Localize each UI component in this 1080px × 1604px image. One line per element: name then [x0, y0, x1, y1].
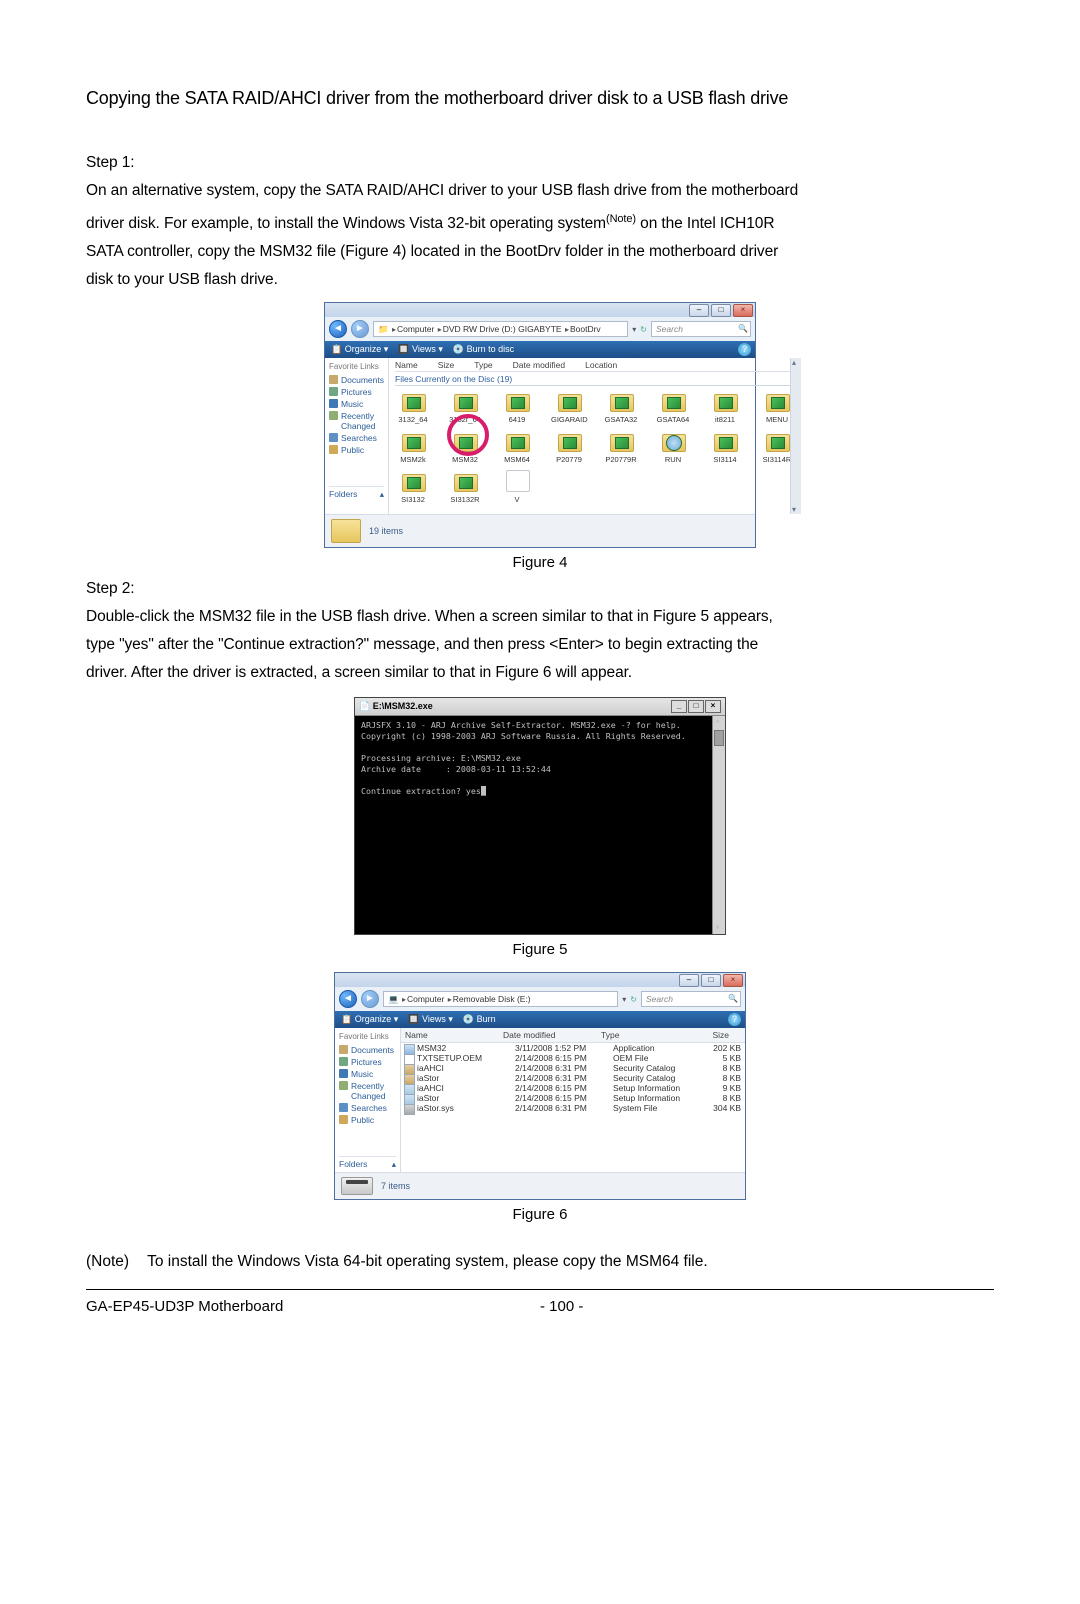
- command-bar: 📋 Organize ▾ 🔲 Views ▾ 💿 Burn to disc ?: [325, 341, 755, 358]
- figure4-caption: Figure 4: [86, 548, 994, 575]
- folder-item[interactable]: P20779: [551, 430, 587, 464]
- folder-item[interactable]: SI3114: [707, 430, 743, 464]
- minimize-button[interactable]: –: [689, 304, 709, 317]
- maximize-button[interactable]: □: [701, 974, 721, 987]
- maximize-button[interactable]: □: [711, 304, 731, 317]
- folder-item[interactable]: 3132r_64: [447, 390, 483, 424]
- sidebar-pictures[interactable]: Pictures: [339, 1056, 396, 1068]
- figure5-console: 📄 E:\MSM32.exe _□× ARJSFX 3.10 - ARJ Arc…: [354, 697, 726, 935]
- sidebar-music[interactable]: Music: [339, 1068, 396, 1080]
- status-bar: 19 items: [325, 514, 755, 547]
- folder-item[interactable]: MSM64: [499, 430, 535, 464]
- sidebar-searches[interactable]: Searches: [339, 1102, 396, 1114]
- forward-button[interactable]: ►: [351, 320, 369, 338]
- note-sup: (Note): [606, 213, 636, 225]
- list-item[interactable]: iaAHCI2/14/2008 6:15 PMSetup Information…: [401, 1083, 745, 1093]
- close-button[interactable]: ×: [723, 974, 743, 987]
- search-input[interactable]: Search: [651, 321, 751, 337]
- back-button[interactable]: ◄: [339, 990, 357, 1008]
- sidebar-documents[interactable]: Documents: [329, 374, 384, 386]
- folder-item[interactable]: 6419: [499, 390, 535, 424]
- list-item[interactable]: iaStor2/14/2008 6:31 PMSecurity Catalog8…: [401, 1073, 745, 1083]
- list-item[interactable]: MSM323/11/2008 1:52 PMApplication202 KB: [401, 1043, 745, 1053]
- list-item[interactable]: iaStor.sys2/14/2008 6:31 PMSystem File30…: [401, 1103, 745, 1113]
- sidebar-public[interactable]: Public: [329, 444, 384, 456]
- nav-pane: Favorite Links Documents Pictures Music …: [325, 358, 389, 514]
- list-item[interactable]: iaAHCI2/14/2008 6:31 PMSecurity Catalog8…: [401, 1063, 745, 1073]
- titlebar: – □ ×: [335, 973, 745, 987]
- page-footer: GA-EP45-UD3P Motherboard - 100 -: [86, 1298, 994, 1315]
- folder-item[interactable]: GSATA64: [655, 390, 691, 424]
- folder-item[interactable]: P20779R: [603, 430, 639, 464]
- folder-item[interactable]: MSM32: [447, 430, 483, 464]
- close-button[interactable]: ×: [705, 700, 721, 713]
- page-title: Copying the SATA RAID/AHCI driver from t…: [86, 88, 994, 109]
- step1-block: Step 1: On an alternative system, copy t…: [86, 149, 994, 294]
- folders-toggle[interactable]: Folders▴: [329, 486, 384, 500]
- nav-pane: Favorite Links Documents Pictures Music …: [335, 1028, 401, 1172]
- column-headers[interactable]: Name Date modified Type Size: [401, 1028, 745, 1043]
- sidebar-recent[interactable]: Recently Changed: [339, 1080, 396, 1102]
- folder-item[interactable]: MSM2k: [395, 430, 431, 464]
- group-header: Files Currently on the Disc (19): [395, 374, 795, 386]
- file-pane: NameSizeTypeDate modifiedLocation Files …: [389, 358, 801, 514]
- command-bar: 📋 Organize ▾ 🔲 Views ▾ 💿 Burn ?: [335, 1011, 745, 1028]
- list-item[interactable]: TXTSETUP.OEM2/14/2008 6:15 PMOEM File5 K…: [401, 1053, 745, 1063]
- breadcrumb[interactable]: 📁 ▸Computer ▸DVD RW Drive (D:) GIGABYTE …: [373, 321, 628, 337]
- sidebar-searches[interactable]: Searches: [329, 432, 384, 444]
- step1-label: Step 1:: [86, 154, 134, 171]
- scrollbar[interactable]: [790, 358, 801, 514]
- folder-item[interactable]: SI3132R: [447, 470, 483, 504]
- minimize-button[interactable]: –: [679, 974, 699, 987]
- folder-item[interactable]: GSATA32: [603, 390, 639, 424]
- views-menu[interactable]: Views ▾: [412, 344, 443, 354]
- step2-label: Step 2:: [86, 580, 134, 597]
- views-menu[interactable]: Views ▾: [422, 1014, 453, 1024]
- sidebar-documents[interactable]: Documents: [339, 1044, 396, 1056]
- burn-button[interactable]: Burn to disc: [467, 344, 515, 354]
- folder-item[interactable]: it8211: [707, 390, 743, 424]
- folder-item[interactable]: GIGARAID: [551, 390, 587, 424]
- footer-rule: [86, 1289, 994, 1290]
- titlebar: – □ ×: [325, 303, 755, 317]
- maximize-button[interactable]: □: [688, 700, 704, 713]
- status-bar: 7 items: [335, 1172, 745, 1199]
- figure5-caption: Figure 5: [86, 935, 994, 962]
- figure6-caption: Figure 6: [86, 1200, 994, 1227]
- list-item[interactable]: iaStor2/14/2008 6:15 PMSetup Information…: [401, 1093, 745, 1103]
- note-line: (Note) To install the Windows Vista 64-b…: [86, 1253, 994, 1271]
- folder-icon: [331, 519, 361, 543]
- burn-button[interactable]: Burn: [477, 1014, 496, 1024]
- close-button[interactable]: ×: [733, 304, 753, 317]
- console-output[interactable]: ARJSFX 3.10 - ARJ Archive Self-Extractor…: [355, 716, 725, 934]
- search-input[interactable]: Search: [641, 991, 741, 1007]
- organize-menu[interactable]: Organize ▾: [355, 1014, 399, 1024]
- console-titlebar: 📄 E:\MSM32.exe _□×: [355, 698, 725, 716]
- figure4-window: – □ × ◄ ► 📁 ▸Computer ▸DVD RW Drive (D:)…: [324, 302, 756, 548]
- sidebar-pictures[interactable]: Pictures: [329, 386, 384, 398]
- scrollbar[interactable]: [712, 716, 725, 934]
- sidebar-recent[interactable]: Recently Changed: [329, 410, 384, 432]
- column-headers[interactable]: NameSizeTypeDate modifiedLocation: [395, 360, 795, 372]
- forward-button[interactable]: ►: [361, 990, 379, 1008]
- back-button[interactable]: ◄: [329, 320, 347, 338]
- drive-icon: [341, 1177, 373, 1195]
- folder-item[interactable]: V: [499, 470, 535, 504]
- organize-menu[interactable]: Organize ▾: [345, 344, 389, 354]
- sidebar-public[interactable]: Public: [339, 1114, 396, 1126]
- sidebar-music[interactable]: Music: [329, 398, 384, 410]
- step2-block: Step 2: Double-click the MSM32 file in t…: [86, 575, 994, 687]
- caret-icon: _: [481, 786, 486, 796]
- help-icon[interactable]: ?: [728, 1013, 741, 1026]
- minimize-button[interactable]: _: [671, 700, 687, 713]
- folder-item[interactable]: 3132_64: [395, 390, 431, 424]
- file-pane: Name Date modified Type Size MSM323/11/2…: [401, 1028, 745, 1172]
- folder-item[interactable]: SI3132: [395, 470, 431, 504]
- help-icon[interactable]: ?: [738, 343, 751, 356]
- figure6-window: – □ × ◄ ► 💻 ▸Computer ▸Removable Disk (E…: [334, 972, 746, 1200]
- folder-item[interactable]: RUN: [655, 430, 691, 464]
- folders-toggle[interactable]: Folders▴: [339, 1156, 396, 1170]
- breadcrumb[interactable]: 💻 ▸Computer ▸Removable Disk (E:): [383, 991, 618, 1007]
